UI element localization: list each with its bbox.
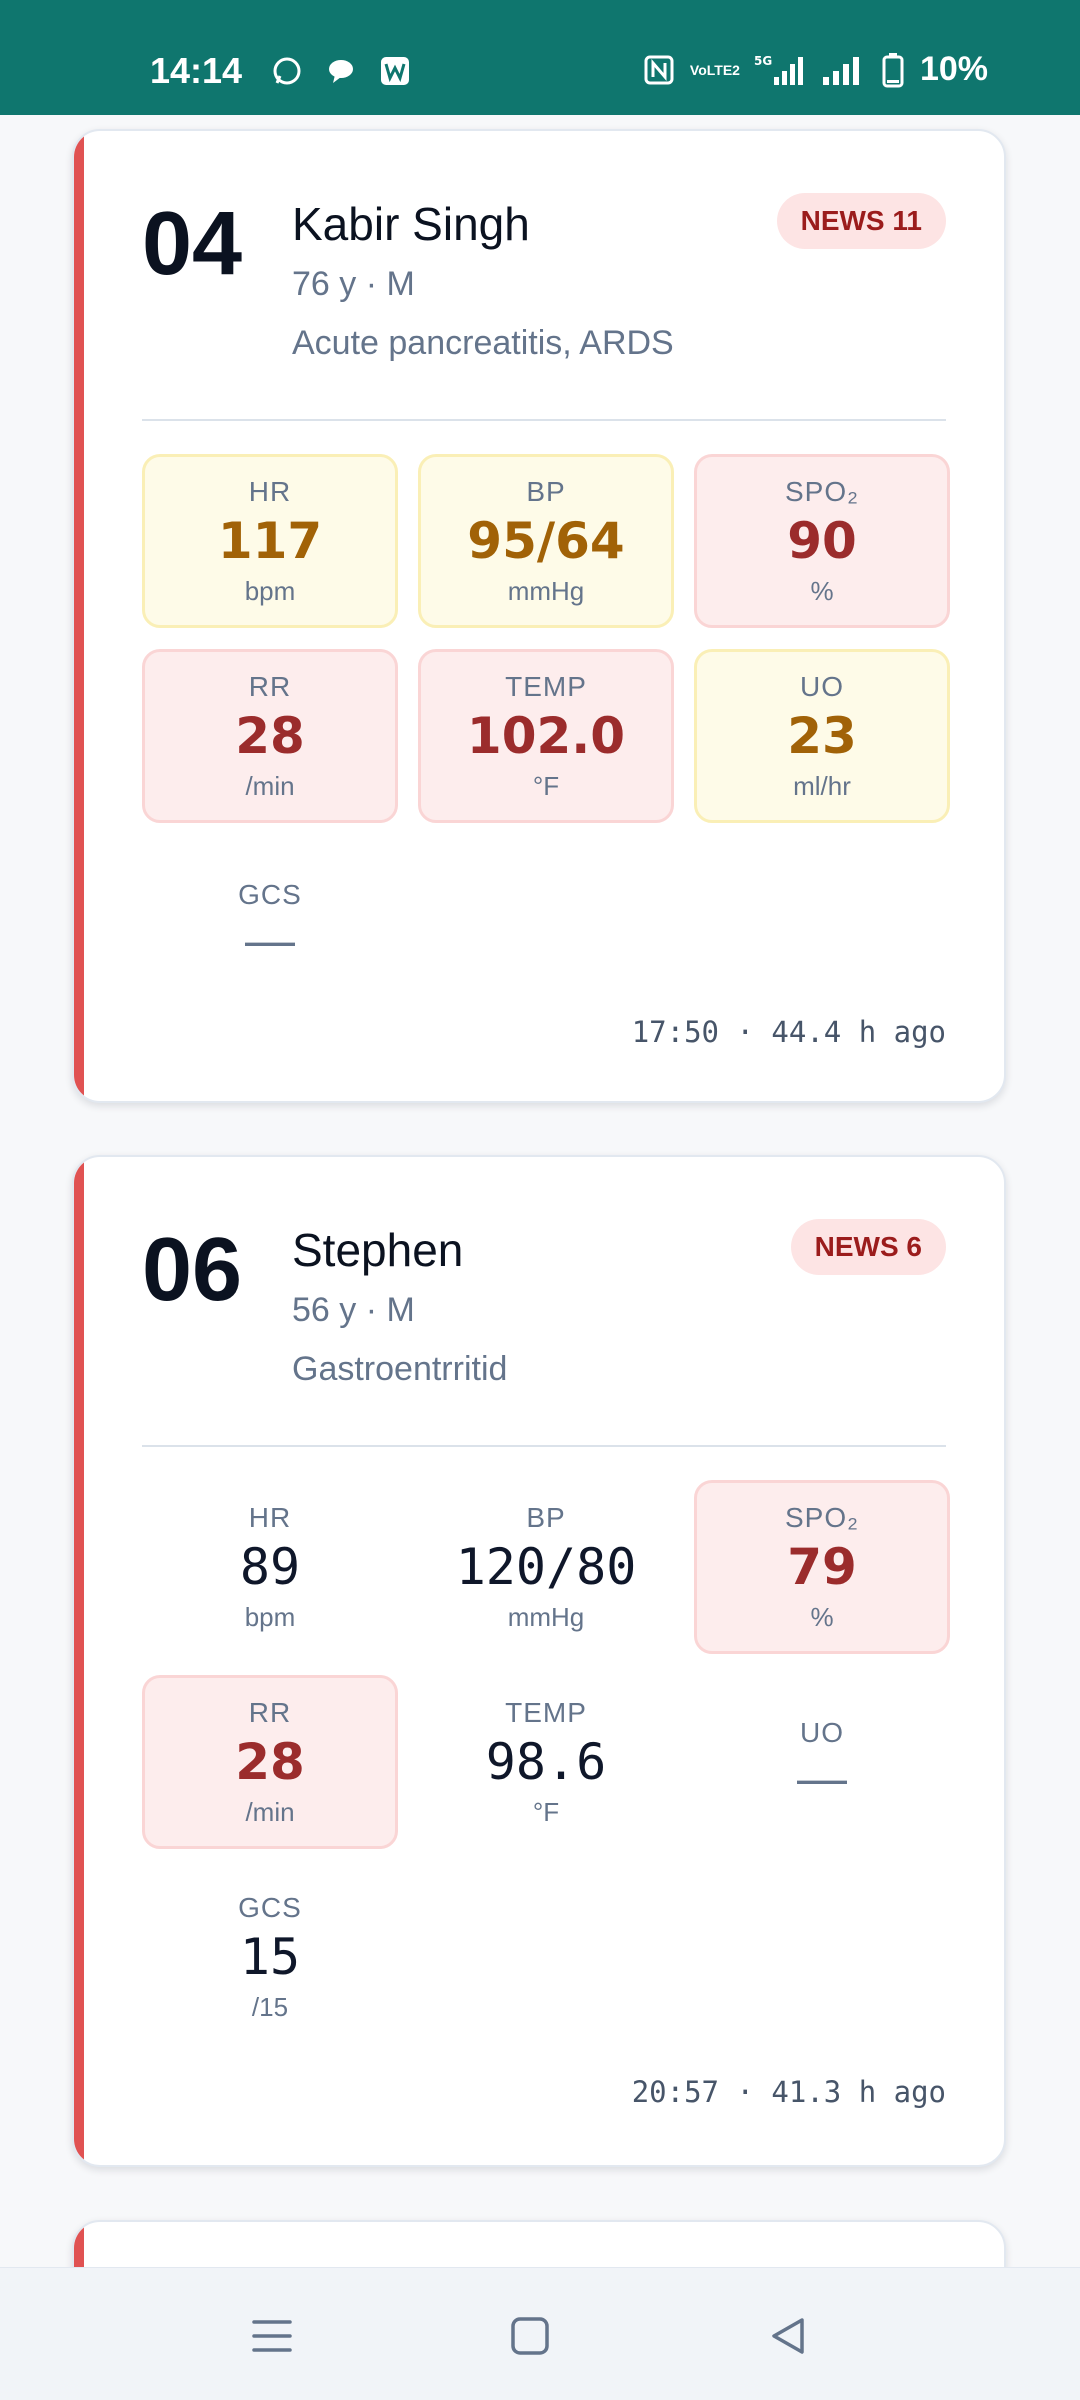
system-status: VoLTE2 5G 10% — [642, 50, 988, 89]
vital-value: — — [245, 912, 295, 968]
vital-bp: BP 120/80 mmHg — [418, 1480, 674, 1654]
system-navigation-bar — [0, 2267, 1080, 2400]
patient-card[interactable]: 04 Kabir Singh 76 y · M Acute pancreatit… — [72, 129, 1006, 1103]
vital-label: SPO₂ — [785, 475, 859, 507]
vital-hr: HR 117 bpm — [142, 454, 398, 628]
vital-value: 95/64 — [467, 511, 625, 570]
patient-diagnosis: Acute pancreatitis, ARDS — [292, 324, 674, 362]
vital-label: BP — [526, 475, 566, 507]
nfc-icon — [642, 53, 676, 87]
menu-icon[interactable] — [248, 2312, 296, 2360]
divider — [142, 1445, 946, 1447]
vital-unit: bpm — [244, 1601, 296, 1632]
vital-value: 23 — [787, 706, 857, 765]
last-updated-timestamp: 17:50 · 44.4 h ago — [631, 1015, 946, 1049]
vital-unit: /min — [245, 770, 295, 801]
vital-label: UO — [800, 670, 844, 702]
patient-list[interactable]: 04 Kabir Singh 76 y · M Acute pancreatit… — [0, 115, 1080, 2267]
chat-bubble-icon — [324, 54, 358, 88]
divider — [142, 419, 946, 421]
vital-unit: °F — [532, 1796, 560, 1827]
last-updated-timestamp: 20:57 · 41.3 h ago — [631, 2075, 946, 2109]
volte-icon: VoLTE2 — [689, 61, 740, 78]
patient-card[interactable] — [72, 2220, 1006, 2267]
vital-unit: bpm — [244, 575, 296, 606]
vital-value: 28 — [235, 706, 305, 765]
vital-unit: mmHg — [507, 575, 585, 606]
vital-unit: /min — [245, 1796, 295, 1827]
vital-value: 120/80 — [455, 1537, 637, 1596]
vital-temp: TEMP 98.6 °F — [418, 1675, 674, 1849]
battery-icon — [882, 52, 904, 87]
vital-label: UO — [800, 1717, 844, 1748]
vital-spo2: SPO₂ 90 % — [694, 454, 950, 628]
status-time: 14:14 — [150, 50, 243, 91]
vital-rr: RR 28 /min — [142, 649, 398, 823]
vital-gcs: GCS — — [142, 859, 398, 989]
vital-label: GCS — [238, 1891, 302, 1923]
vital-value: 89 — [239, 1537, 301, 1596]
vital-value: 102.0 — [466, 706, 626, 765]
vital-value: 79 — [787, 1537, 857, 1596]
vital-bp: BP 95/64 mmHg — [418, 454, 674, 628]
bed-number: 04 — [142, 194, 243, 294]
notification-icons — [270, 54, 412, 88]
vital-unit: % — [810, 575, 834, 606]
vital-unit: /15 — [251, 1991, 289, 2022]
w-app-icon — [378, 54, 412, 88]
vital-uo: UO — — [694, 1675, 950, 1849]
vital-unit: % — [810, 1601, 834, 1632]
vital-unit: mmHg — [507, 1601, 585, 1632]
vital-label: SPO₂ — [785, 1501, 859, 1533]
vital-label: TEMP — [505, 670, 587, 702]
vital-unit: °F — [532, 770, 560, 801]
vital-temp: TEMP 102.0 °F — [418, 649, 674, 823]
home-square-icon[interactable] — [506, 2312, 554, 2360]
vital-label: RR — [248, 670, 292, 702]
vital-label: HR — [248, 475, 292, 507]
patient-diagnosis: Gastroentrritid — [292, 1350, 508, 1388]
patient-age-sex: 76 y · M — [292, 265, 415, 303]
vital-label: HR — [248, 1501, 292, 1533]
news-score-badge: NEWS 6 — [790, 1219, 946, 1275]
vital-value: 117 — [217, 511, 323, 570]
news-score-badge: NEWS 11 — [776, 193, 946, 249]
vital-hr: HR 89 bpm — [142, 1480, 398, 1654]
status-bar: 14:14 VoLTE2 5G 10% — [0, 0, 1080, 115]
vital-label: GCS — [238, 879, 302, 910]
battery-percentage: 10% — [919, 50, 988, 88]
vital-value: 28 — [235, 1732, 305, 1791]
vital-unit: ml/hr — [793, 770, 851, 801]
vital-label: RR — [248, 1696, 292, 1728]
vital-label: BP — [526, 1501, 566, 1533]
bed-number: 06 — [142, 1220, 243, 1320]
vital-gcs: GCS 15 /15 — [142, 1870, 398, 2044]
patient-name: Kabir Singh — [292, 198, 530, 250]
whatsapp-icon — [270, 54, 304, 88]
signal-icon — [820, 53, 866, 87]
vital-spo2: SPO₂ 79 % — [694, 1480, 950, 1654]
vital-uo: UO 23 ml/hr — [694, 649, 950, 823]
vital-value: — — [797, 1750, 847, 1806]
patient-name: Stephen — [292, 1224, 464, 1276]
vital-value: 90 — [787, 511, 857, 570]
vital-rr: RR 28 /min — [142, 1675, 398, 1849]
back-triangle-icon[interactable] — [764, 2312, 812, 2360]
vital-label: TEMP — [505, 1696, 587, 1728]
5g-signal-icon: 5G — [754, 53, 804, 87]
patient-age-sex: 56 y · M — [292, 1291, 415, 1329]
patient-card[interactable]: 06 Stephen 56 y · M Gastroentrritid NEWS… — [72, 1155, 1006, 2167]
vital-value: 98.6 — [485, 1732, 607, 1791]
vital-value: 15 — [239, 1927, 301, 1986]
5g-label: 5G — [754, 54, 772, 68]
